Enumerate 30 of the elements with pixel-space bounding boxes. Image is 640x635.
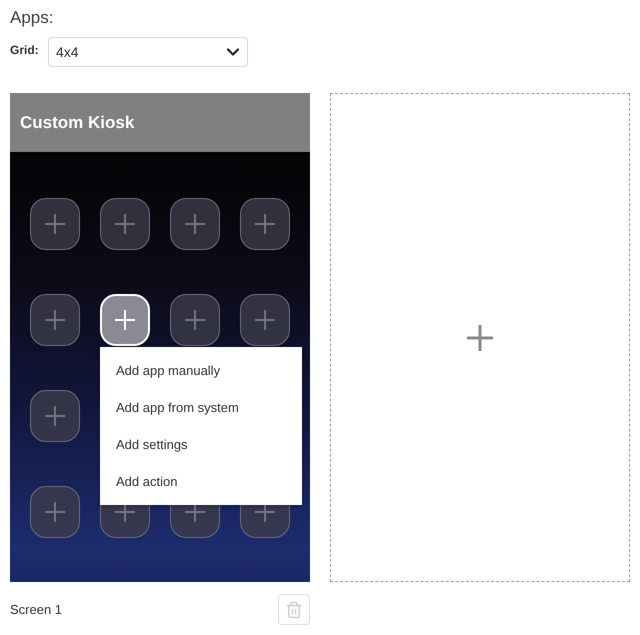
app-tile[interactable]: [170, 294, 220, 346]
screen-label: Screen 1: [10, 600, 62, 619]
menu-item[interactable]: Add settings: [100, 426, 302, 463]
plus-icon: [45, 406, 65, 426]
app-tile[interactable]: [170, 198, 220, 250]
screen-title: Custom Kiosk: [20, 112, 134, 134]
menu-item[interactable]: Add action: [100, 463, 302, 500]
app-tile[interactable]: [30, 486, 80, 538]
plus-icon: [115, 214, 135, 234]
app-tile[interactable]: [240, 294, 290, 346]
plus-icon: [185, 310, 205, 330]
app-tile[interactable]: [100, 198, 150, 250]
plus-icon: [45, 310, 65, 330]
grid-select[interactable]: 4x4: [48, 37, 248, 67]
plus-icon: [45, 214, 65, 234]
menu-item[interactable]: Add app from system: [100, 389, 302, 426]
grid-label: Grid:: [10, 42, 40, 58]
app-tile[interactable]: [240, 198, 290, 250]
app-tile[interactable]: [30, 198, 80, 250]
plus-icon: [255, 214, 275, 234]
plus-icon: [45, 502, 65, 522]
menu-item[interactable]: Add app manually: [100, 352, 302, 389]
plus-icon: [115, 310, 135, 330]
plus-icon: [185, 214, 205, 234]
section-title: Apps:: [10, 7, 54, 29]
plus-icon: [467, 324, 493, 350]
trash-icon: [285, 600, 303, 618]
app-tile[interactable]: [30, 390, 80, 442]
app-tile[interactable]: [30, 294, 80, 346]
plus-icon: [255, 310, 275, 330]
